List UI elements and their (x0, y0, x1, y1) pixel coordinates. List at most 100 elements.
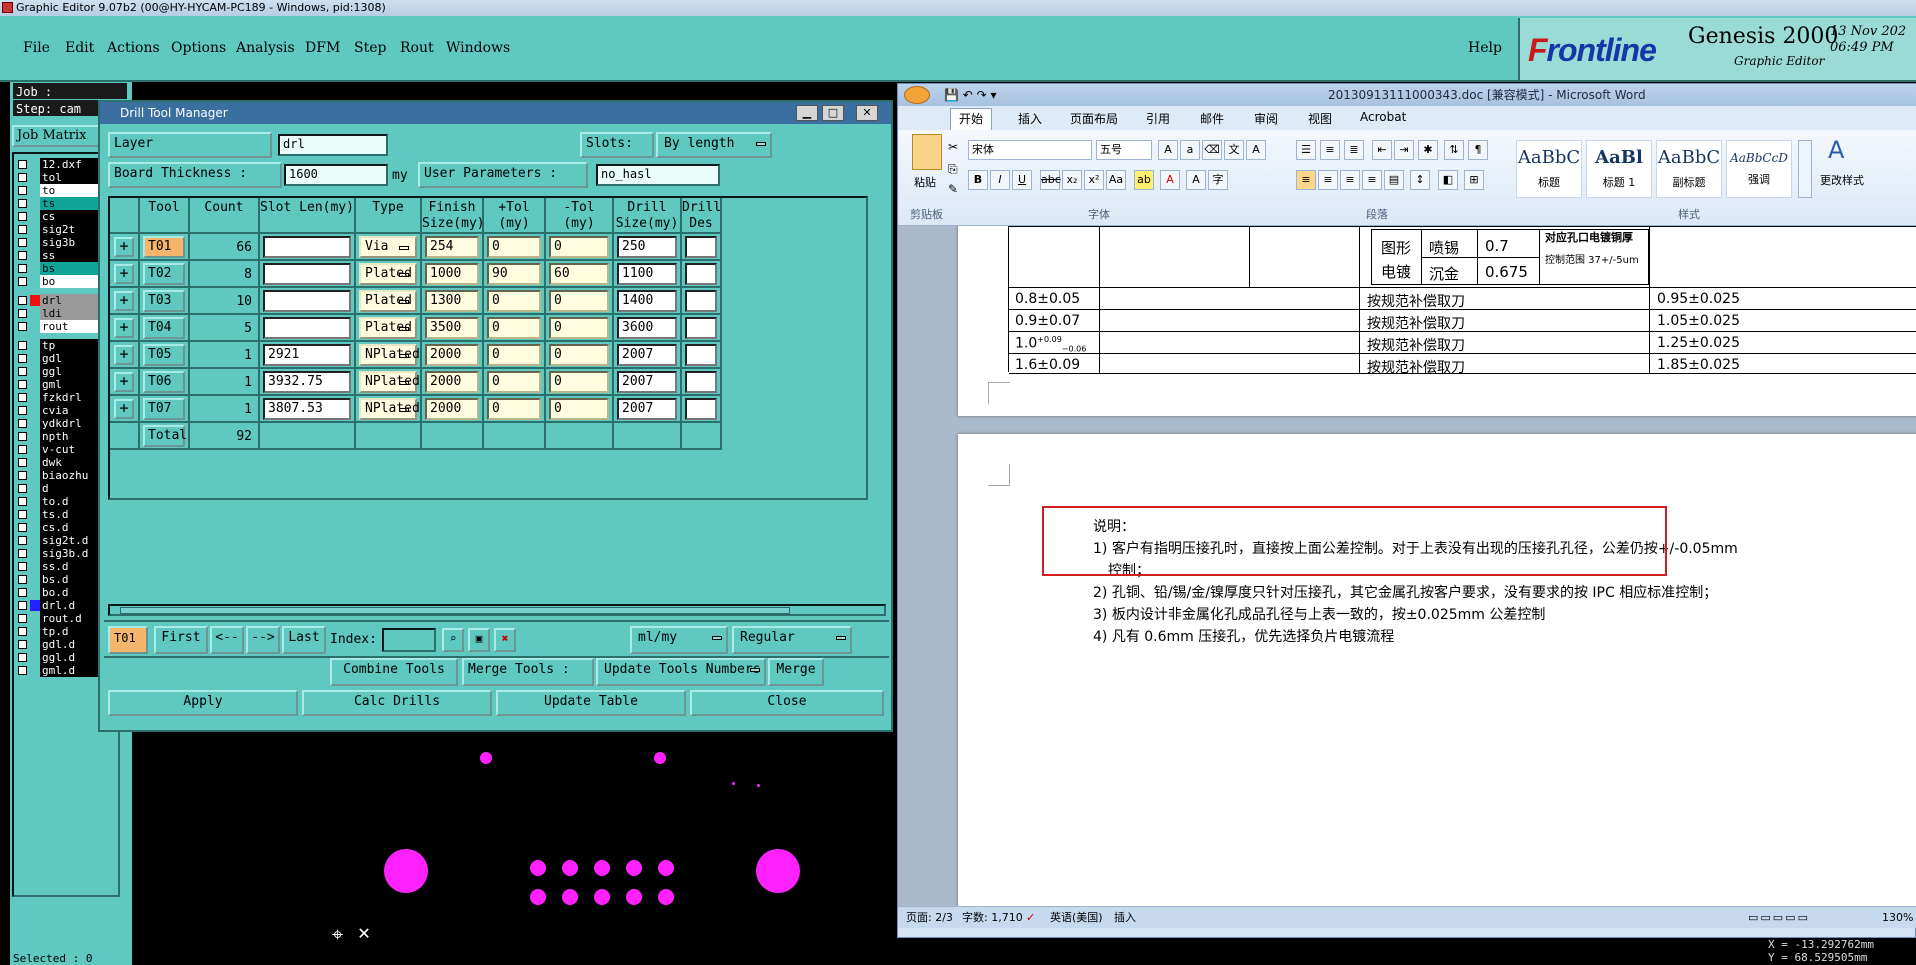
index-input[interactable] (382, 628, 436, 652)
status-words[interactable]: 字数: 1,710 (962, 907, 1023, 929)
increase-indent-icon[interactable]: ⇥ (1394, 140, 1414, 160)
plus-tol-input[interactable]: 0 (487, 236, 541, 258)
distribute-icon[interactable]: ▤ (1384, 170, 1404, 190)
drill-des-input[interactable] (685, 263, 717, 285)
layer-checkbox[interactable] (18, 406, 27, 415)
shading-icon[interactable]: ◧ (1438, 170, 1458, 190)
justify-icon[interactable]: ≡ (1362, 170, 1382, 190)
grow-font-icon[interactable]: A (1158, 140, 1178, 160)
align-left-icon[interactable]: ≡ (1296, 170, 1316, 190)
layer-checkbox[interactable] (18, 380, 27, 389)
type-select[interactable]: NPlated (359, 371, 420, 393)
finish-size-input[interactable]: 2000 (425, 371, 479, 393)
tab-insert[interactable]: 插入 (1018, 110, 1042, 127)
finish-size-input[interactable]: 2000 (425, 344, 479, 366)
prev-button[interactable]: <-- (210, 626, 244, 654)
menu-analysis[interactable]: Analysis (236, 40, 295, 56)
layer-checkbox[interactable] (18, 523, 27, 532)
layer-checkbox[interactable] (18, 640, 27, 649)
expand-icon[interactable]: + (114, 291, 134, 311)
finish-size-input[interactable]: 1300 (425, 290, 479, 312)
format-painter-icon[interactable]: ✎ (948, 182, 958, 196)
tab-view[interactable]: 视图 (1308, 110, 1332, 127)
type-select[interactable]: Plated (359, 263, 417, 285)
layer-checkbox[interactable] (18, 588, 27, 597)
decrease-indent-icon[interactable]: ⇤ (1372, 140, 1392, 160)
menu-step[interactable]: Step (354, 40, 386, 56)
menu-windows[interactable]: Windows (446, 40, 510, 56)
subscript-icon[interactable]: x₂ (1062, 170, 1082, 190)
menu-edit[interactable]: Edit (65, 40, 94, 56)
enclose-char-icon[interactable]: 字 (1208, 170, 1228, 190)
status-language[interactable]: 英语(美国) (1050, 907, 1103, 929)
tab-references[interactable]: 引用 (1146, 110, 1170, 127)
menu-file[interactable]: File (23, 40, 50, 56)
shrink-font-icon[interactable]: a (1180, 140, 1200, 160)
user-params-input[interactable]: no_hasl (596, 164, 720, 186)
drill-size-input[interactable]: 1100 (617, 263, 677, 285)
style-heading-1[interactable]: AaBl 标题 1 (1586, 140, 1652, 198)
drill-des-input[interactable] (685, 398, 717, 420)
tool-button[interactable]: T05 (143, 344, 185, 366)
layer-input[interactable]: drl (278, 134, 388, 156)
slots-select[interactable]: By length (656, 132, 772, 158)
view-buttons-icon[interactable]: ▭▭▭▭▭ (1748, 907, 1810, 929)
slot-length-input[interactable]: 2921 (263, 344, 351, 366)
layer-checkbox[interactable] (18, 445, 27, 454)
paste-button-label[interactable]: 粘贴 (914, 174, 936, 190)
minus-tol-input[interactable]: 0 (549, 398, 609, 420)
tab-mailings[interactable]: 邮件 (1200, 110, 1224, 127)
line-spacing-icon[interactable]: ↕ (1410, 170, 1430, 190)
layer-checkbox[interactable] (18, 277, 27, 286)
drill-size-input[interactable]: 2007 (617, 371, 677, 393)
layer-checkbox[interactable] (18, 484, 27, 493)
zoom-level[interactable]: 130% (1882, 907, 1913, 929)
phonetic-icon[interactable]: 文 (1224, 140, 1244, 160)
bullets-icon[interactable]: ☰ (1296, 140, 1316, 160)
status-insert-mode[interactable]: 插入 (1114, 907, 1136, 929)
close-window-button[interactable]: ✕ (856, 105, 878, 121)
word-title-bar[interactable]: 💾 ↶ ↷ ▾ 20130913111000343.doc [兼容模式] - M… (898, 84, 1916, 106)
minus-tol-input[interactable]: 0 (549, 371, 609, 393)
finish-size-input[interactable]: 254 (425, 236, 479, 258)
zoom-icon[interactable]: ⌕ (442, 628, 464, 652)
layer-checkbox[interactable] (18, 354, 27, 363)
first-button[interactable]: First (154, 626, 208, 654)
minus-tol-input[interactable]: 0 (549, 317, 609, 339)
change-styles-label[interactable]: 更改样式 (1820, 172, 1864, 188)
type-select[interactable]: Plated (359, 290, 417, 312)
style-subtitle[interactable]: AaBbC 副标题 (1656, 140, 1722, 198)
layer-checkbox[interactable] (18, 653, 27, 662)
layer-checkbox[interactable] (18, 322, 27, 331)
plus-tol-input[interactable]: 90 (487, 263, 541, 285)
superscript-icon[interactable]: x² (1084, 170, 1104, 190)
next-button[interactable]: --> (246, 626, 280, 654)
type-select[interactable]: NPlated (359, 344, 420, 366)
multilevel-icon[interactable]: ≣ (1344, 140, 1364, 160)
menu-dfm[interactable]: DFM (305, 40, 340, 56)
combine-tools-button[interactable]: Combine Tools (330, 658, 458, 686)
plus-tol-input[interactable]: 0 (487, 371, 541, 393)
document-area[interactable]: 图形 电镀 喷锡 沉金 0.7 0.675 对应孔口电镀铜厚 控制范围 37+/… (898, 226, 1916, 906)
type-select[interactable]: NPlated (359, 398, 420, 420)
tool-button[interactable]: T01 (143, 236, 185, 258)
expand-icon[interactable]: + (114, 318, 134, 338)
layer-checkbox[interactable] (18, 341, 27, 350)
expand-icon[interactable]: + (114, 372, 134, 392)
drill-des-input[interactable] (685, 371, 717, 393)
tab-acrobat[interactable]: Acrobat (1360, 110, 1406, 124)
layer-checkbox[interactable] (18, 549, 27, 558)
plus-tol-input[interactable]: 0 (487, 344, 541, 366)
minus-tol-input[interactable]: 0 (549, 290, 609, 312)
align-right-icon[interactable]: ≡ (1340, 170, 1360, 190)
expand-icon[interactable]: + (114, 264, 134, 284)
minus-tol-input[interactable]: 60 (549, 263, 609, 285)
drill-size-input[interactable]: 2007 (617, 344, 677, 366)
finish-size-input[interactable]: 2000 (425, 398, 479, 420)
underline-icon[interactable]: U (1012, 170, 1032, 190)
minimize-button[interactable]: ▁ (796, 105, 818, 121)
layer-checkbox[interactable] (18, 419, 27, 428)
layer-checkbox[interactable] (18, 666, 27, 675)
clear-format-icon[interactable]: ⌫ (1202, 140, 1222, 160)
menu-help[interactable]: Help (1468, 40, 1502, 56)
